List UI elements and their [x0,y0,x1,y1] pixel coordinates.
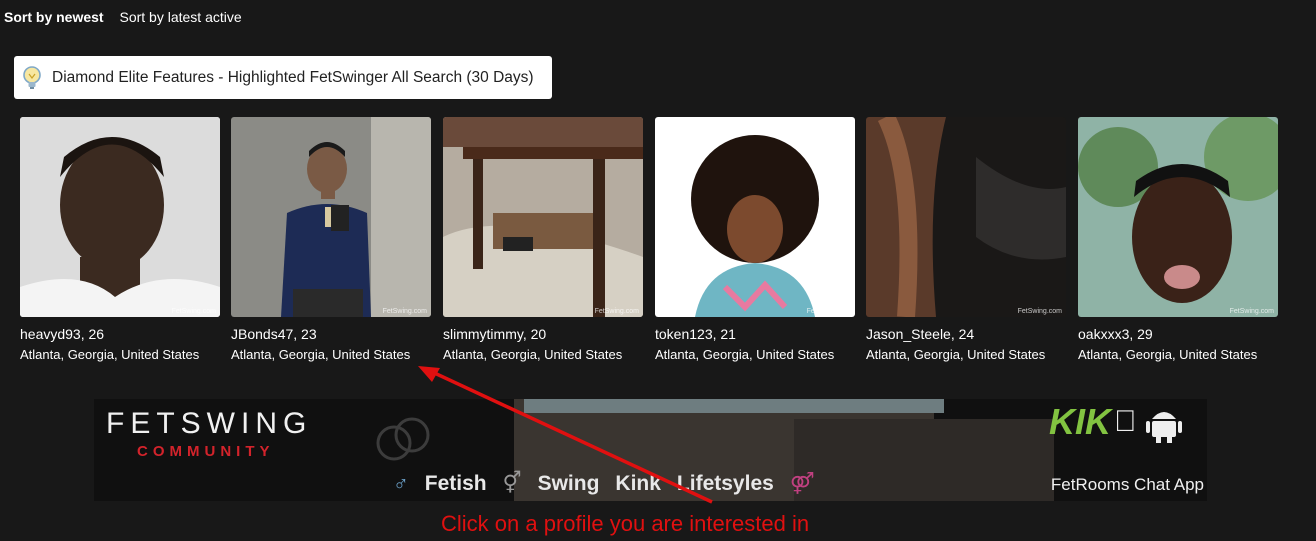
profile-location: Atlanta, Georgia, United States [20,347,200,362]
profile-location: Atlanta, Georgia, United States [1078,347,1258,362]
profile-location: Atlanta, Georgia, United States [443,347,623,362]
android-icon [1146,412,1182,443]
profile-card[interactable]: FetSwing.com token123, 21 Atlanta, Georg… [655,117,855,362]
sort-bar: Sort by newest Sort by latest active [4,9,254,25]
profile-age: , 20 [522,326,547,342]
feature-label: Diamond Elite Features - Highlighted Fet… [52,68,534,86]
sort-latest-active-link[interactable]: Sort by latest active [119,9,241,25]
profile-name[interactable]: oakxxx3, 29 [1078,326,1278,342]
fetswing-community-banner[interactable]: FETSWING COMMUNITY KIK  ♂ Fetish ⚥ Swing Ki… [94,399,1207,501]
profile-username[interactable]: slimmytimmy [443,326,523,342]
profile-username[interactable]: token123 [655,326,713,342]
male-symbol-icon: ♂ [393,472,409,495]
profile-card[interactable]: FetSwing.com slimmytimmy, 20 Atlanta, Ge… [443,117,643,362]
fetrooms-app-label: FetRooms Chat App [1050,475,1204,494]
profile-age: , 26 [80,326,105,342]
banner-tag-swing: Swing [537,472,600,495]
profile-photo[interactable]: FetSwing.com [655,117,855,317]
couple-symbol-icon: ⚤ [789,472,815,495]
profile-photo[interactable]: FetSwing.com [866,117,1066,317]
banner-tagline: ♂ Fetish ⚥ Swing Kink Lifetsyles ⚤ [385,471,822,496]
profile-card[interactable]: FetSwing.com JBonds47, 23 Atlanta, Georg… [231,117,431,362]
photo-watermark: FetSwing.com [594,308,639,315]
photo-watermark: FetSwing.com [171,308,216,315]
banner-brand: FETSWING [106,407,313,440]
banner-subtitle: COMMUNITY [137,443,275,460]
profile-photo[interactable]: FetSwing.com [1078,117,1278,317]
profile-name[interactable]: heavyd93, 26 [20,326,220,342]
profile-card[interactable]: FetSwing.com oakxxx3, 29 Atlanta, Georgi… [1078,117,1278,362]
profile-age: , 23 [293,326,317,342]
photo-watermark: FetSwing.com [806,308,851,315]
sort-newest-link[interactable]: Sort by newest [4,9,104,25]
profile-age: , 24 [950,326,975,342]
profile-age: , 21 [712,326,736,342]
profile-photo[interactable]: FetSwing.com [231,117,431,317]
profile-username[interactable]: oakxxx3 [1078,326,1129,342]
photo-watermark: FetSwing.com [1017,308,1062,315]
gender-symbol-icon: ⚥ [502,472,522,495]
profile-name[interactable]: token123, 21 [655,326,855,342]
profile-location: Atlanta, Georgia, United States [866,347,1046,362]
profile-card[interactable]: FetSwing.com Jason_Steele, 24 Atlanta, G… [866,117,1066,362]
profile-card[interactable]: FetSwing.com heavyd93, 26 Atlanta, Georg… [20,117,220,362]
profile-photo[interactable]: FetSwing.com [20,117,220,317]
photo-watermark: FetSwing.com [1229,308,1274,315]
photo-watermark: FetSwing.com [382,308,427,315]
profile-username[interactable]: heavyd93 [20,326,81,342]
profile-age: , 29 [1129,326,1153,342]
profile-username[interactable]: Jason_Steele [866,326,951,342]
banner-tag-kink: Kink [615,472,661,495]
profile-name[interactable]: JBonds47, 23 [231,326,431,342]
instruction-callout: Click on a profile you are interested in [441,511,810,536]
banner-tag-lifestyles: Lifetsyles [676,472,774,495]
profile-location: Atlanta, Georgia, United States [231,347,411,362]
profile-username[interactable]: JBonds47 [231,326,293,342]
diamond-elite-feature-banner[interactable]: Diamond Elite Features - Highlighted Fet… [14,56,552,99]
profile-name[interactable]: Jason_Steele, 24 [866,326,1066,342]
kik-logo: KIK [1049,401,1111,442]
apple-icon:  [1114,405,1137,439]
profile-photo[interactable]: FetSwing.com [443,117,643,317]
profile-location: Atlanta, Georgia, United States [655,347,835,362]
profile-name[interactable]: slimmytimmy, 20 [443,326,643,342]
lightbulb-icon [23,65,41,89]
banner-tag-fetish: Fetish [424,472,487,495]
